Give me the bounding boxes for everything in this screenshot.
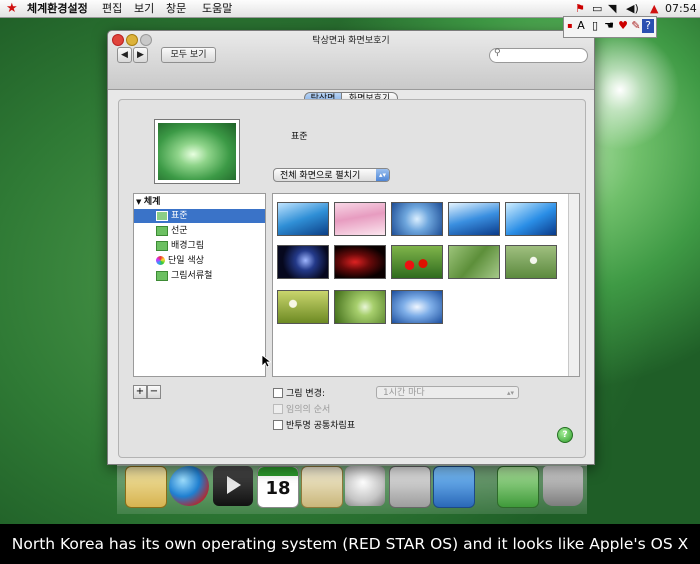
menu-help[interactable]: 도움말 [202, 0, 232, 17]
wallpaper-thumbnail[interactable] [277, 202, 329, 236]
wallpaper-thumbnail[interactable] [391, 290, 443, 324]
wallpaper-thumbnail[interactable] [277, 290, 329, 324]
source-list: ▼ 체계 표준 선군 배경그림 단일 색상 그림서류철 [133, 193, 266, 377]
sidebar-item-backgrounds[interactable]: 배경그림 [134, 239, 265, 253]
sidebar-item-label: 선군 [171, 226, 188, 236]
interval-popup[interactable]: 1시간 마다 ▴▾ [376, 386, 519, 399]
dock: 18 [117, 465, 587, 514]
system-preferences-icon[interactable] [433, 466, 475, 508]
clock[interactable]: 07:54 [665, 0, 697, 17]
folder-icon [156, 240, 168, 251]
translucent-menubar-checkbox[interactable] [273, 420, 283, 430]
book-icon[interactable]: ▯ [589, 19, 601, 33]
image-viewer-icon[interactable] [345, 466, 385, 506]
caption: North Korea has its own operating system… [0, 524, 700, 564]
display-icon[interactable]: ▭ [592, 0, 602, 17]
calendar-icon[interactable]: 18 [257, 466, 299, 508]
window-title: 탁상면과 화면보호기 [312, 36, 390, 46]
mouse-pointer-icon [261, 354, 271, 368]
sidebar-item-pictures-folder[interactable]: 그림서류철 [134, 269, 265, 283]
current-picture-name: 표준 [291, 132, 308, 142]
current-picture-preview [154, 119, 240, 184]
red-star-icon[interactable]: ★ [6, 0, 18, 17]
random-order-checkbox[interactable] [273, 404, 283, 414]
remove-folder-button[interactable]: − [147, 385, 161, 399]
downloads-folder-icon[interactable] [497, 466, 539, 508]
source-group[interactable]: ▼ 체계 [134, 195, 267, 209]
wallpaper-thumbnail[interactable] [334, 245, 386, 279]
menu-app-name[interactable]: 체계환경설정 [27, 0, 88, 17]
image-icon [156, 210, 168, 221]
notes-app-icon[interactable] [125, 466, 167, 508]
hand-icon[interactable]: ☚ [603, 19, 615, 33]
change-picture-label: 그림 변경: [286, 389, 326, 399]
fire-icon[interactable]: ▲ [650, 0, 658, 17]
forward-button[interactable]: ▶ [133, 47, 148, 63]
browser-globe-icon[interactable] [169, 466, 209, 506]
trash-icon[interactable] [543, 466, 583, 506]
heart-icon[interactable]: ♥ [617, 19, 629, 33]
wallpaper-thumbnail[interactable] [334, 290, 386, 324]
back-button[interactable]: ◀ [117, 47, 132, 63]
sidebar-item-label: 단일 색상 [168, 256, 204, 266]
sidebar-item-label: 배경그림 [171, 241, 205, 251]
tools-icon[interactable]: ✎ [630, 19, 642, 33]
letter-a-icon[interactable]: A [575, 19, 587, 33]
help-button[interactable]: ? [557, 427, 573, 443]
folder-icon [156, 225, 168, 236]
show-all-button[interactable]: 모두 보기 [161, 47, 216, 63]
volume-icon[interactable]: ◀) [626, 0, 639, 17]
wallpaper-thumbnail[interactable] [391, 245, 443, 279]
wallpaper-thumbnail[interactable] [334, 202, 386, 236]
wallpaper-thumbnail[interactable] [448, 245, 500, 279]
random-order-label: 임의의 순서 [286, 405, 331, 415]
chevron-updown-icon: ▴▾ [376, 169, 389, 181]
search-input[interactable]: ⚲ [489, 48, 588, 63]
sidebar-item-label: 표준 [171, 211, 188, 221]
wallpaper-grid [272, 193, 580, 377]
input-method-toolbar: ▪ A ▯ ☚ ♥ ✎ ? [563, 16, 657, 38]
source-group-label: 체계 [143, 197, 161, 207]
thumbnail-scrollbar[interactable] [568, 194, 579, 376]
fit-mode-value: 전체 화면으로 펼치기 [280, 171, 361, 181]
sidebar-item-standard[interactable]: 표준 [134, 209, 265, 223]
preferences-window: 탁상면과 화면보호기 ◀ ▶ 모두 보기 ⚲ 탁상면 화면보호기 표준 전체 화… [107, 30, 595, 465]
help-icon[interactable]: ? [642, 19, 654, 33]
sidebar-item-songun[interactable]: 선군 [134, 224, 265, 238]
wallpaper-thumbnail[interactable] [505, 245, 557, 279]
interval-value: 1시간 마다 [383, 388, 425, 398]
menu-window[interactable]: 창문 [166, 0, 186, 17]
wifi-icon[interactable]: ◥ [608, 0, 616, 17]
wallpaper-thumbnail[interactable] [448, 202, 500, 236]
chevron-updown-icon: ▴▾ [506, 389, 514, 397]
change-picture-checkbox[interactable] [273, 388, 283, 398]
fit-mode-popup[interactable]: 전체 화면으로 펼치기 ▴▾ [273, 168, 390, 182]
wallpaper-thumbnail[interactable] [505, 202, 557, 236]
window-titlebar: 탁상면과 화면보호기 ◀ ▶ 모두 보기 ⚲ [108, 31, 594, 90]
flag-icon[interactable]: ⚑ [575, 0, 585, 17]
translucent-menubar-label: 반투명 공통차림표 [286, 421, 356, 431]
address-book-icon[interactable] [301, 466, 343, 508]
sidebar-item-label: 그림서류철 [171, 271, 213, 281]
wallpaper-thumbnail[interactable] [391, 202, 443, 236]
calculator-icon[interactable] [389, 466, 431, 508]
wallpaper-thumbnail[interactable] [277, 245, 329, 279]
desktop: ★ 체계환경설정 편집 보기 창문 도움말 ⚑ ▭ ◥ ◀) ▲ 07:54 ▪… [0, 0, 700, 524]
video-player-icon[interactable] [213, 466, 253, 506]
color-wheel-icon [156, 256, 165, 265]
menu-view[interactable]: 보기 [134, 0, 154, 17]
search-icon: ⚲ [494, 48, 501, 58]
disclosure-triangle-icon[interactable]: ▼ [136, 198, 144, 206]
pictures-folder-icon [156, 270, 168, 281]
add-folder-button[interactable]: + [133, 385, 147, 399]
sidebar-item-solid-colors[interactable]: 단일 색상 [134, 254, 265, 268]
menu-edit[interactable]: 편집 [102, 0, 122, 17]
